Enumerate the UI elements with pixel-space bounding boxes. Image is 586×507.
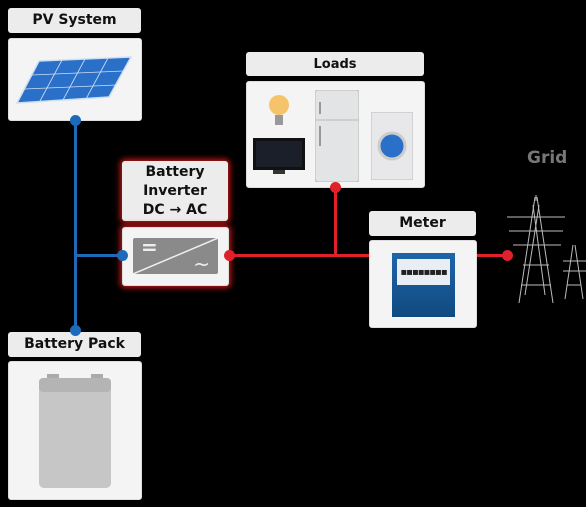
inverter-label-line1: Battery xyxy=(145,163,205,180)
battery-pack-label: Battery Pack xyxy=(8,332,141,357)
pv-connection-dot xyxy=(69,114,81,126)
pv-system-label: PV System xyxy=(8,8,141,33)
inverter-label-line2: Inverter xyxy=(143,182,207,199)
meter-icon: ▪▪▪▪▪▪▪▪ xyxy=(392,253,455,317)
television-icon xyxy=(253,138,305,174)
inverter-box: = ~ xyxy=(122,227,229,286)
inverter-icon: = ~ xyxy=(133,238,218,274)
inverter-dc-dot xyxy=(116,249,128,261)
grid-label: Grid xyxy=(527,148,568,168)
loads-box xyxy=(246,81,425,188)
grid-connection-dot xyxy=(501,249,513,261)
refrigerator-icon xyxy=(315,90,359,182)
light-bulb-icon xyxy=(269,95,289,125)
meter-display: ▪▪▪▪▪▪▪▪ xyxy=(397,259,450,285)
meter-label: Meter xyxy=(369,211,476,236)
loads-connection-dot xyxy=(329,181,341,193)
power-tower-icon xyxy=(507,195,586,304)
ac-symbol: ~ xyxy=(193,252,210,274)
washing-machine-icon xyxy=(371,112,413,180)
battery-connection-dot xyxy=(69,324,81,336)
pv-system-box xyxy=(8,38,142,121)
dc-bus-vertical xyxy=(74,120,77,330)
meter-box: ▪▪▪▪▪▪▪▪ xyxy=(369,240,477,328)
battery-icon xyxy=(39,374,111,488)
ac-loads-vertical xyxy=(334,187,337,255)
loads-label: Loads xyxy=(246,52,424,76)
dc-bus-horizontal xyxy=(75,254,122,257)
solar-panel-icon xyxy=(15,56,133,104)
battery-pack-box xyxy=(8,361,142,500)
inverter-ac-dot xyxy=(223,249,235,261)
inverter-label: Battery Inverter DC → AC xyxy=(122,161,228,221)
dc-symbol: = xyxy=(141,238,158,259)
energy-diagram: PV System Battery Pack Battery Inverter … xyxy=(0,0,586,507)
inverter-label-line3: DC → AC xyxy=(142,201,208,218)
